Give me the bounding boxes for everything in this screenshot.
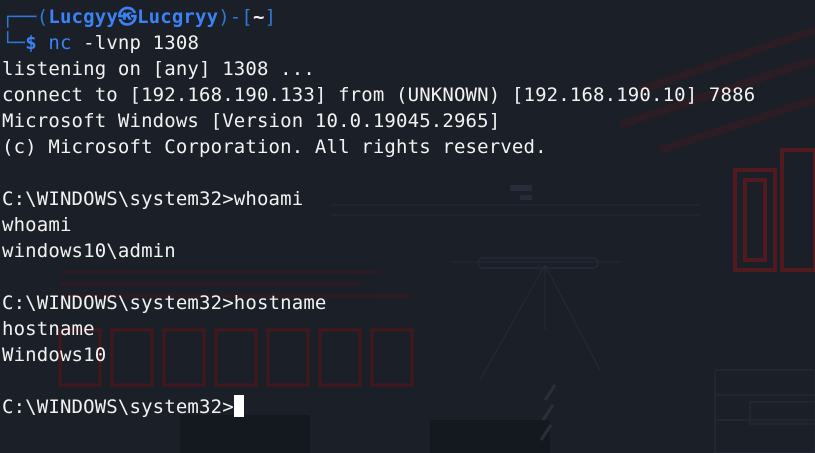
- prompt-command-line: └─$ nc -lvnp 1308: [2, 30, 815, 56]
- prompt-hostname: Lucgryy: [137, 6, 219, 28]
- kali-at-icon: ㉿: [117, 6, 138, 28]
- final-prompt: C:\WINDOWS\system32>: [2, 396, 234, 418]
- prompt-corner-top: ┌──: [2, 6, 37, 28]
- whoami-prompt: C:\WINDOWS\system32>whoami: [2, 188, 304, 210]
- prompt-close-paren: )-[: [218, 6, 253, 28]
- hostname-result: Windows10: [2, 344, 107, 366]
- prompt-top-line: ┌──(Lucgyy㉿Lucgryy)-[~]: [2, 4, 815, 30]
- command-name: nc: [48, 32, 72, 54]
- whoami-result: windows10\admin: [2, 240, 176, 262]
- command-args: -lvnp 1308: [71, 32, 200, 54]
- prompt-username: Lucgyy: [48, 6, 118, 28]
- output-windows-version: Microsoft Windows [Version 10.0.19045.29…: [2, 110, 501, 132]
- hostname-prompt: C:\WINDOWS\system32>hostname: [2, 292, 327, 314]
- prompt-dollar: $: [25, 32, 37, 54]
- prompt-open-paren: (: [36, 6, 49, 28]
- block-cursor-icon[interactable]: [233, 395, 244, 417]
- hostname-echo: hostname: [2, 318, 95, 340]
- output-listening: listening on [any] 1308 ...: [2, 58, 315, 80]
- terminal-output[interactable]: ┌──(Lucgyy㉿Lucgryy)-[~] └─$ nc -lvnp 130…: [2, 4, 815, 420]
- output-copyright: (c) Microsoft Corporation. All rights re…: [2, 136, 547, 158]
- prompt-close-bracket: ]: [264, 6, 277, 28]
- prompt-corner-bottom: └─: [2, 32, 26, 54]
- prompt-cwd: ~: [252, 6, 265, 28]
- whoami-echo: whoami: [2, 214, 72, 236]
- output-connect: connect to [192.168.190.133] from (UNKNO…: [2, 84, 756, 106]
- active-prompt-line[interactable]: C:\WINDOWS\system32>: [2, 394, 815, 420]
